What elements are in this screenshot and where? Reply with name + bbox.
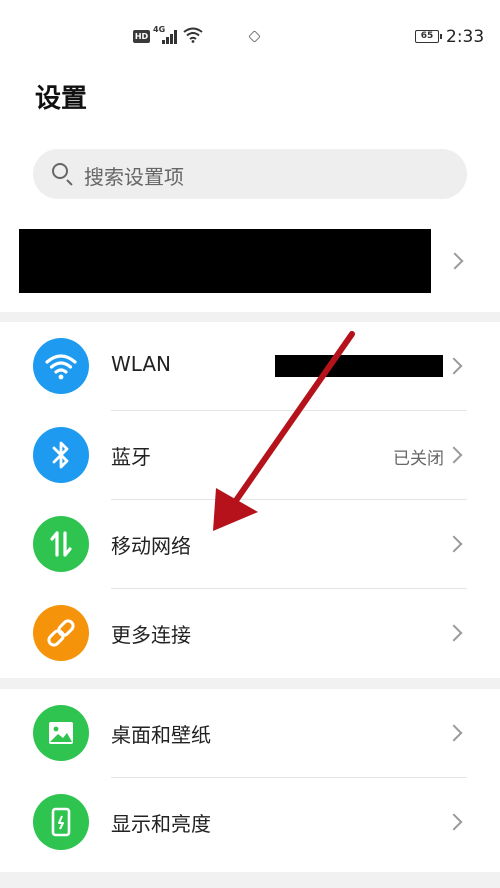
section-divider: [0, 312, 500, 322]
settings-item-label: 显示和亮度: [111, 812, 211, 836]
settings-item-wallpaper[interactable]: 桌面和壁纸: [0, 689, 500, 778]
bluetooth-status: 已关闭: [393, 449, 444, 469]
page-title: 设置: [35, 84, 88, 114]
redacted-network-name: [275, 355, 443, 377]
status-bar: HD 4G 65 2:33: [0, 0, 500, 60]
settings-item-more-connections[interactable]: 更多连接: [0, 589, 500, 678]
link-icon: [33, 605, 89, 661]
settings-item-bluetooth[interactable]: 蓝牙 已关闭: [0, 411, 500, 500]
image-icon: [33, 705, 89, 761]
settings-item-label: 更多连接: [111, 623, 191, 647]
account-row[interactable]: [0, 214, 500, 306]
chevron-right-icon: [445, 535, 463, 553]
chevron-right-icon: [446, 252, 464, 270]
clock: 2:33: [446, 27, 485, 47]
chevron-right-icon: [445, 813, 463, 831]
settings-item-mobile-network[interactable]: 移动网络: [0, 500, 500, 589]
signal-strength-icon: [160, 30, 178, 44]
wifi-status-icon: [183, 27, 203, 43]
notification-icon: [248, 30, 261, 43]
search-icon: [52, 163, 68, 179]
mobile-data-icon: [33, 516, 89, 572]
settings-item-label: 桌面和壁纸: [111, 723, 211, 747]
settings-item-display[interactable]: 显示和亮度: [0, 778, 500, 867]
search-input[interactable]: 搜索设置项: [33, 149, 467, 199]
chevron-right-icon: [445, 624, 463, 642]
bluetooth-icon: [33, 427, 89, 483]
wifi-icon: [33, 338, 89, 394]
phone-brightness-icon: [33, 794, 89, 850]
settings-item-label: WLAN: [111, 352, 172, 376]
section-divider: [0, 678, 500, 689]
chevron-right-icon: [445, 357, 463, 375]
settings-item-label: 移动网络: [111, 534, 191, 558]
chevron-right-icon: [445, 446, 463, 464]
settings-item-label: 蓝牙: [111, 445, 151, 469]
battery-icon: 65: [415, 30, 442, 43]
redacted-account-info: [19, 229, 431, 293]
chevron-right-icon: [445, 724, 463, 742]
section-divider: [0, 872, 500, 888]
search-placeholder: 搜索设置项: [84, 165, 184, 189]
hd-voice-icon: HD: [133, 30, 150, 43]
